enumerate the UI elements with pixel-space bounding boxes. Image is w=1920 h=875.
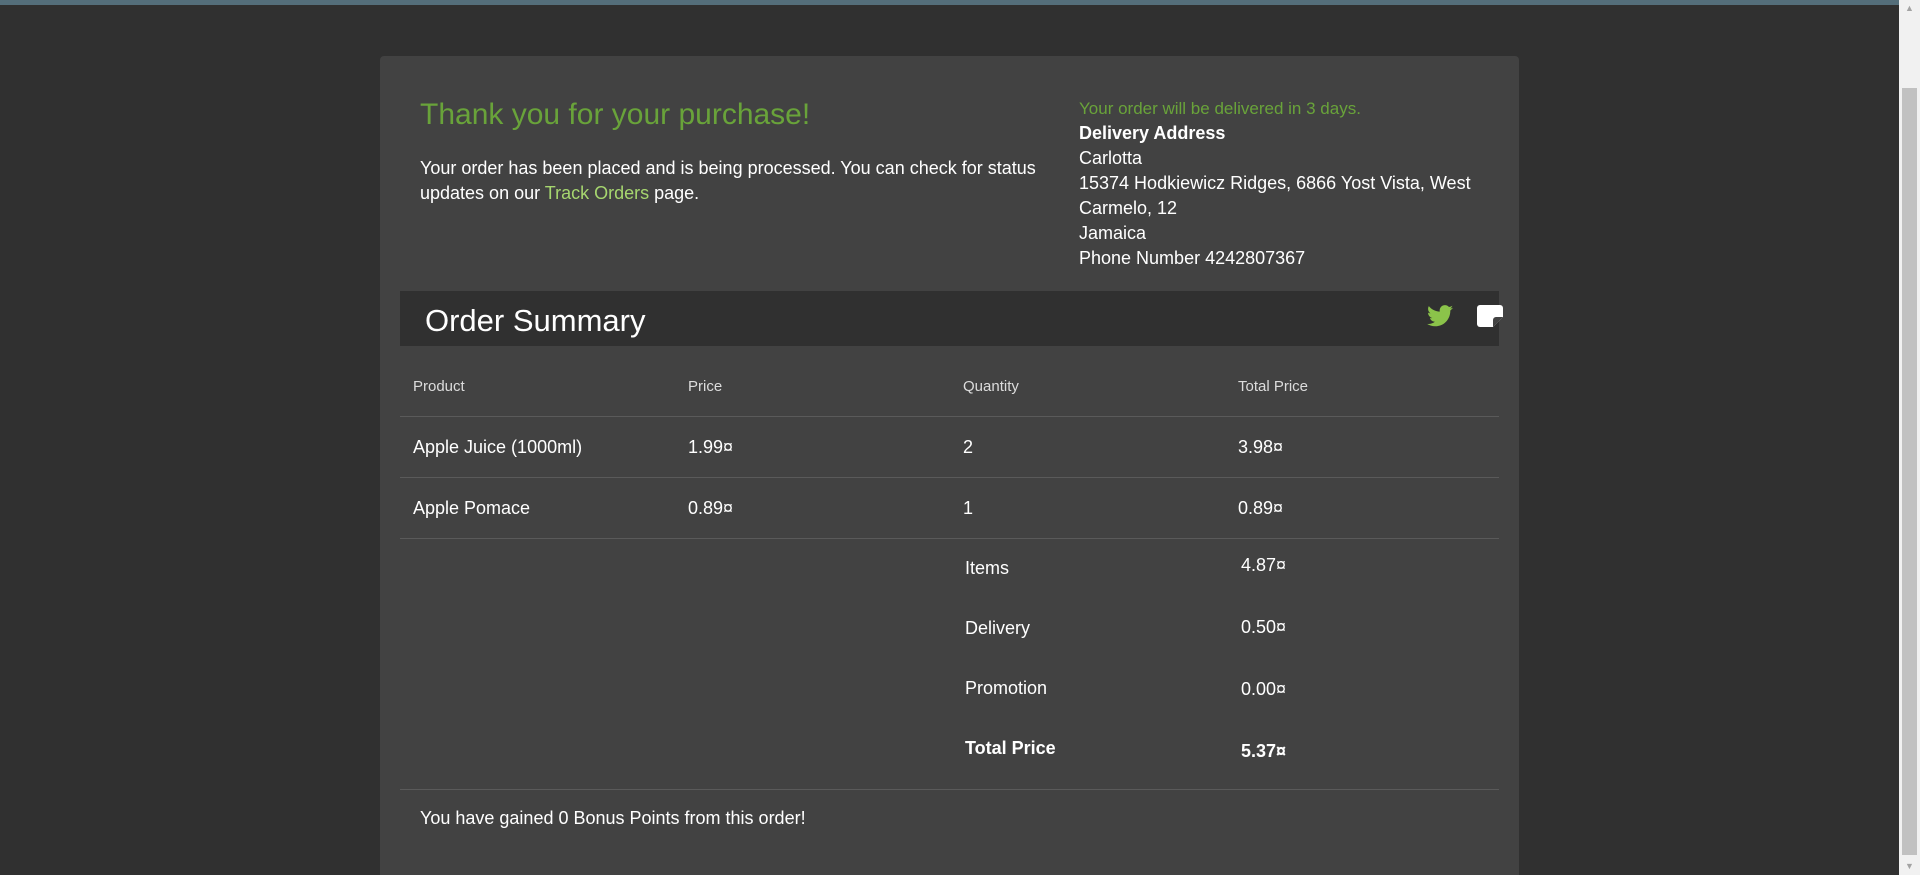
delivery-value: 0.50¤ [1241,617,1287,637]
items-value: 4.87¤ [1241,555,1287,575]
product-name: Apple Juice (1000ml) [413,437,583,457]
column-header-total-price: Total Price [1238,378,1309,395]
scrollbar-thumb[interactable] [1902,88,1917,855]
product-quantity: 2 [963,437,974,457]
product-price: 0.89¤ [688,498,734,518]
twitter-share-button[interactable] [1427,304,1455,332]
thanks-text-after: page. [649,183,700,203]
delivery-address-heading: Delivery Address [1079,123,1226,143]
items-label: Items [965,558,1010,578]
order-confirmation-card: Thank you for your purchase! Your order … [380,56,1519,875]
twitter-icon [1427,305,1453,327]
delivery-country: Jamaica [1079,223,1147,243]
save-receipt-button[interactable] [1477,304,1505,332]
top-accent-bar [0,0,1899,5]
bonus-points-message: You have gained 0 Bonus Points from this… [420,808,806,828]
delivery-street: 15374 Hodkiewicz Ridges, 6866 Yost Vista… [1079,173,1471,218]
thanks-text-before: Your order has been placed and is being … [420,158,1036,203]
thanks-message: Your order has been placed and is being … [420,156,1040,206]
promotion-value: 0.00¤ [1241,679,1287,699]
product-total-price: 3.98¤ [1238,437,1284,457]
column-header-quantity: Quantity [963,378,1019,395]
product-price: 1.99¤ [688,437,734,457]
order-totals: Items 4.87¤ Delivery 0.50¤ Promotion 0.0… [400,538,1499,790]
scroll-up-arrow-icon[interactable]: ▲ [1899,0,1920,17]
thanks-title: Thank you for your purchase! [420,98,811,131]
delivery-info: Your order will be delivered in 3 days. … [1079,96,1479,271]
product-name: Apple Pomace [413,498,531,518]
promotion-label: Promotion [965,678,1048,698]
delivery-eta: Your order will be delivered in 3 days. [1079,99,1361,118]
order-summary-header: Order Summary [400,291,1503,346]
column-header-price: Price [688,378,723,395]
product-total-price: 0.89¤ [1238,498,1284,518]
page-scrollbar[interactable]: ▲ ▼ [1899,0,1920,875]
delivery-phone: Phone Number 4242807367 [1079,248,1306,268]
scroll-down-arrow-icon[interactable]: ▼ [1899,858,1920,875]
table-row: Apple Pomace 0.89¤ 1 0.89¤ [400,478,1499,539]
total-price-label: Total Price [965,738,1056,758]
order-summary-title: Order Summary [425,303,646,338]
note-icon [1477,305,1503,327]
table-header-row: Product Price Quantity Total Price [400,356,1499,417]
column-header-product: Product [413,378,465,395]
order-items-table: Product Price Quantity Total Price Apple… [400,356,1499,539]
delivery-label: Delivery [965,618,1031,638]
track-orders-link[interactable]: Track Orders [545,183,649,203]
table-row: Apple Juice (1000ml) 1.99¤ 2 3.98¤ [400,417,1499,478]
total-price-value: 5.37¤ [1241,741,1287,761]
product-quantity: 1 [963,498,974,518]
delivery-name: Carlotta [1079,148,1143,168]
